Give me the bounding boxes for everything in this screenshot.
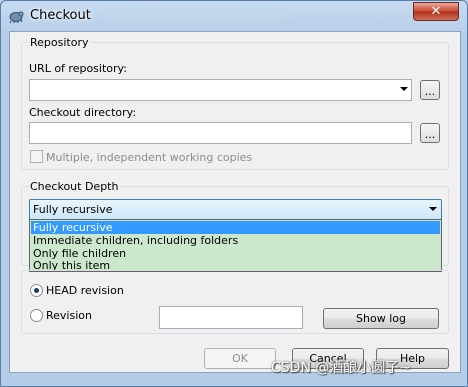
url-label: URL of repository: [29,62,127,75]
checkout-dialog: Checkout ✕ Repository URL of repository:… [0,0,468,387]
head-revision-label: HEAD revision [46,284,124,297]
depth-group-label: Checkout Depth [28,180,121,193]
multiple-wc-checkbox[interactable] [30,150,43,163]
revision-radio[interactable] [30,309,43,322]
depth-selected-value: Fully recursive [33,203,113,216]
chevron-down-icon[interactable] [400,87,408,91]
multiple-wc-label: Multiple, independent working copies [46,151,253,164]
tortoise-app-icon [9,11,24,24]
browse-url-button[interactable]: ... [420,80,440,100]
csdn-watermark: CSDN @酒酿小圆子~ [271,360,412,376]
revision-input[interactable] [159,306,303,329]
close-button[interactable]: ✕ [413,2,459,21]
depth-select[interactable]: Fully recursive [29,199,442,220]
depth-option-fully-recursive[interactable]: Fully recursive [31,221,440,234]
checkout-dir-input[interactable] [29,122,412,144]
revision-label: Revision [46,309,92,322]
ok-button[interactable]: OK [204,348,276,369]
chevron-down-icon[interactable] [429,207,437,211]
window-title: Checkout [30,8,91,23]
title-bar[interactable]: Checkout ✕ [1,1,467,31]
depth-option-immediate-children[interactable]: Immediate children, including folders [31,234,440,247]
checkout-dir-label: Checkout directory: [29,106,137,119]
show-log-button[interactable]: Show log [323,308,439,329]
repository-group-label: Repository [28,36,91,49]
title-blur-overlay [93,10,293,22]
depth-dropdown-list: Fully recursive Immediate children, incl… [29,219,442,272]
browse-dir-button[interactable]: ... [420,123,440,143]
url-combobox[interactable] [29,79,412,101]
dialog-body: Repository URL of repository: ... Checko… [9,31,461,373]
head-revision-radio[interactable] [30,284,43,297]
repository-group: Repository URL of repository: ... Checko… [21,36,449,170]
